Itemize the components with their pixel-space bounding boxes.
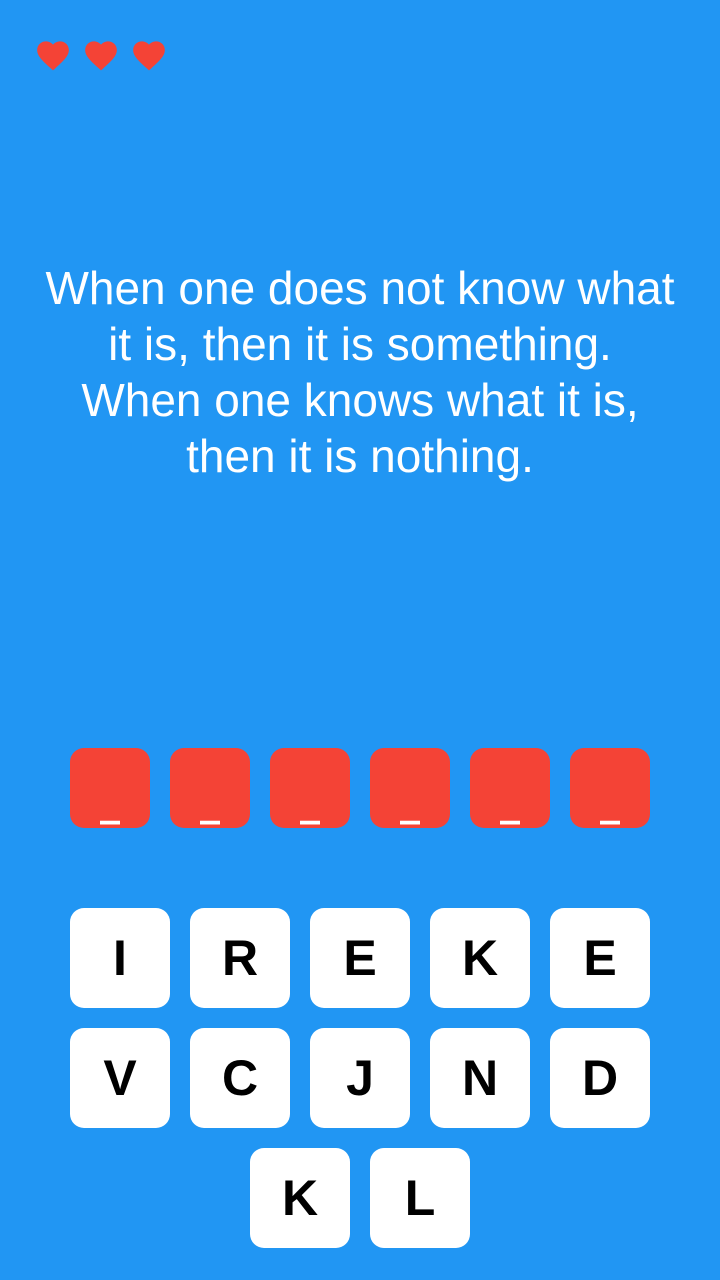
letter-key[interactable]: I bbox=[70, 908, 170, 1008]
answer-slot[interactable]: _ bbox=[70, 748, 150, 828]
heart-icon bbox=[82, 36, 120, 72]
letter-key[interactable]: L bbox=[370, 1148, 470, 1248]
keyboard-row: K L bbox=[0, 1148, 720, 1248]
letter-key[interactable]: N bbox=[430, 1028, 530, 1128]
letter-key[interactable]: V bbox=[70, 1028, 170, 1128]
letter-key[interactable]: C bbox=[190, 1028, 290, 1128]
answer-slot[interactable]: _ bbox=[270, 748, 350, 828]
heart-icon bbox=[130, 36, 168, 72]
letter-key[interactable]: K bbox=[250, 1148, 350, 1248]
heart-icon bbox=[34, 36, 72, 72]
keyboard-row: V C J N D bbox=[0, 1028, 720, 1128]
keyboard-row: I R E K E bbox=[0, 908, 720, 1008]
letter-key[interactable]: E bbox=[550, 908, 650, 1008]
answer-slot[interactable]: _ bbox=[470, 748, 550, 828]
answer-slot[interactable]: _ bbox=[370, 748, 450, 828]
answer-slots: _ _ _ _ _ _ bbox=[70, 748, 650, 828]
answer-slot[interactable]: _ bbox=[570, 748, 650, 828]
letter-key[interactable]: J bbox=[310, 1028, 410, 1128]
riddle-text: When one does not know what it is, then … bbox=[45, 262, 675, 482]
letter-key[interactable]: R bbox=[190, 908, 290, 1008]
letter-key[interactable]: D bbox=[550, 1028, 650, 1128]
letter-key[interactable]: E bbox=[310, 908, 410, 1008]
letter-keyboard: I R E K E V C J N D K L bbox=[0, 908, 720, 1268]
letter-key[interactable]: K bbox=[430, 908, 530, 1008]
answer-slot[interactable]: _ bbox=[170, 748, 250, 828]
lives-indicator bbox=[34, 36, 168, 72]
